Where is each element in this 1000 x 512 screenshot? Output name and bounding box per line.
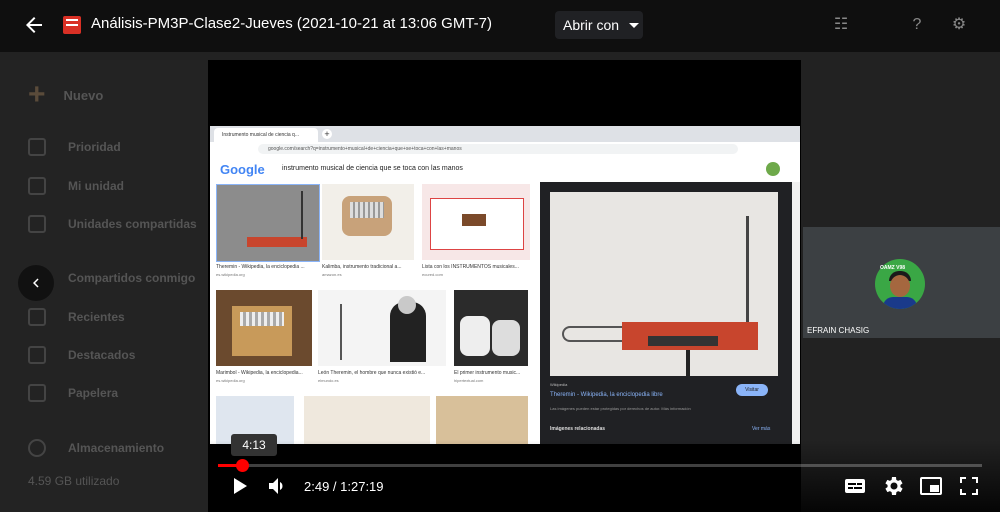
result-thumb: El primer instrumento music... hipertext… [454,290,528,390]
panel-source: Wikipedia [550,382,568,387]
seek-tooltip: 4:13 [231,434,277,456]
browser-url: google.com/search?q=instrumento+musical+… [258,144,738,154]
help-icon[interactable]: ? [906,14,928,36]
progress-bar[interactable] [218,459,982,472]
chevron-left-icon [33,278,39,288]
new-tab-icon: + [322,129,332,139]
related-images-label: Imágenes relacionadas [550,426,606,432]
participant-name: EFRAIN CHASIG [807,326,870,335]
sidebar-item-storage[interactable]: Almacenamiento [28,437,164,459]
sidebar-item-my-drive[interactable]: Mi unidad [28,175,124,197]
theremin-image [550,192,778,376]
browser-urlbar: google.com/search?q=instrumento+musical+… [210,142,800,157]
time-display: 2:49 / 1:27:19 [304,479,384,494]
browser-scrollbar [792,182,800,444]
panel-note: Las imágenes pueden estar protegidas por… [550,406,691,411]
result-thumb: Marimbol - Wikipedia, la enciclopedia...… [216,290,312,390]
plus-icon: + [28,78,46,111]
visit-button: Visitar [736,384,768,396]
participant-badge: OAMZ V98 [880,265,906,271]
storage-used: 4.59 GB utilizado [28,474,120,488]
result-thumb: Theremin - Wikipedia, la enciclopedia ..… [216,184,320,284]
result-thumb [436,396,528,444]
back-arrow-icon[interactable] [22,13,46,37]
file-title: Análisis-PM3P-Clase2-Jueves (2021-10-21 … [91,15,493,32]
cloud-icon [28,439,46,457]
details-icon[interactable]: ☷ [830,14,852,36]
sidebar-item-starred[interactable]: Destacados [28,344,135,366]
clock-icon [28,308,46,326]
sidebar-item-priority[interactable]: Prioridad [28,136,121,158]
sidebar-item-trash[interactable]: Papelera [28,382,118,404]
panel-title: Theremin - Wikipedia, la enciclopedia li… [550,392,663,398]
avatar [766,162,780,176]
volume-icon[interactable] [266,474,290,498]
previous-button[interactable] [18,265,54,301]
open-with-button[interactable]: Abrir con [555,11,643,39]
image-preview-panel: Wikipedia Theremin - Wikipedia, la encic… [540,182,800,444]
fullscreen-icon[interactable] [957,474,981,498]
captions-icon[interactable] [843,474,867,498]
result-thumb: Kalimba, instrumento tradicional a... am… [322,184,414,284]
google-logo: Google [220,162,265,177]
chevron-down-icon [629,22,640,28]
result-thumb: Lista con los INSTRUMENTOS musicales... … [422,184,530,284]
drive-icon [28,177,46,195]
play-icon[interactable] [227,474,251,498]
miniplayer-icon[interactable] [919,474,943,498]
viewer-topbar: Análisis-PM3P-Clase2-Jueves (2021-10-21 … [0,0,1000,52]
result-thumb: León Theremin, el hombre que nunca exist… [318,290,446,390]
shared-drive-icon [28,215,46,233]
trash-icon [28,384,46,402]
new-button[interactable]: + Nuevo [28,78,104,111]
browser-tab: Instrumento musical de ciencia q... [214,128,318,142]
star-icon [28,346,46,364]
sidebar-item-recent[interactable]: Recientes [28,306,125,328]
new-button-label: Nuevo [63,87,104,103]
result-thumb [304,396,430,444]
see-more-link: Ver más [752,426,771,432]
sidebar-item-shared-drives[interactable]: Unidades compartidas [28,213,197,235]
video-frame-browser: Instrumento musical de ciencia q... + go… [210,126,800,444]
check-icon [28,138,46,156]
browser-tabbar: Instrumento musical de ciencia q... + [210,126,800,142]
gear-icon[interactable] [881,474,905,498]
google-search-bar: Google instrumento musical de ciencia qu… [210,156,800,183]
gear-icon[interactable]: ⚙ [948,14,970,36]
video-file-icon [63,16,81,34]
image-results: Theremin - Wikipedia, la enciclopedia ..… [210,182,540,444]
open-with-label: Abrir con [563,17,620,33]
google-query: instrumento musical de ciencia que se to… [282,165,463,172]
